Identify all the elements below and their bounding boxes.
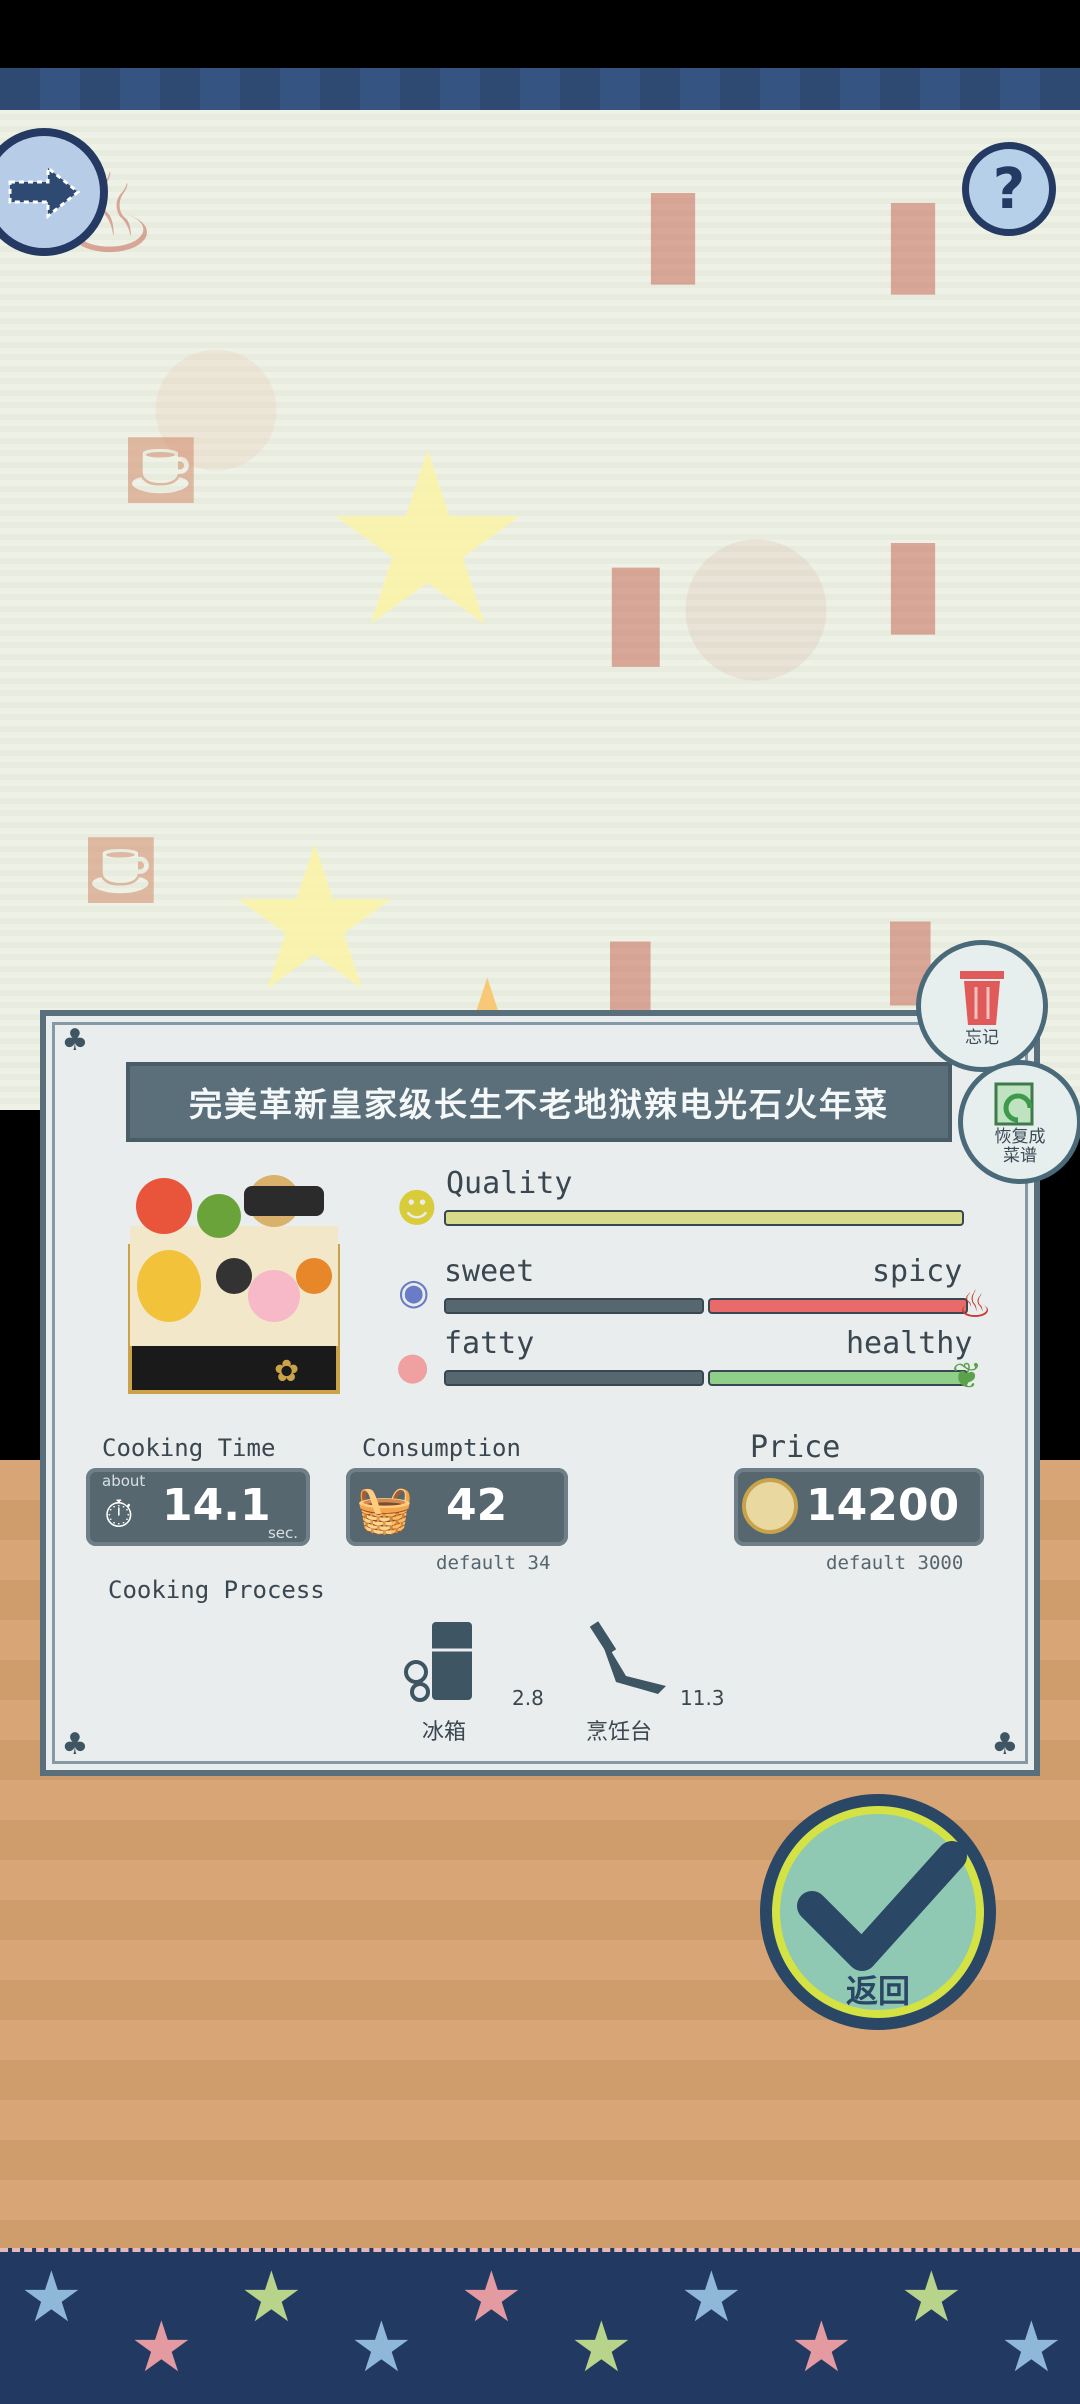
quality-label: Quality <box>446 1166 573 1201</box>
bottle-icon: ▮ <box>880 510 947 649</box>
trash-icon <box>960 970 1004 1025</box>
star-pattern-icon: ★ <box>570 2306 633 2388</box>
process-step-fridge: 冰箱 2.8 <box>402 1616 544 1745</box>
forget-label: 忘记 <box>965 1027 999 1048</box>
confirm-return-button[interactable]: 返回 <box>760 1794 996 2030</box>
price-box: 14200 <box>734 1468 984 1546</box>
lollipop-icon: ◉ <box>398 1272 430 1313</box>
pig-icon: ● <box>396 1344 430 1388</box>
cooking-time-label: Cooking Time <box>102 1434 276 1462</box>
fridge-label: 冰箱 <box>422 1720 467 1745</box>
restore-label: 恢复成 菜谱 <box>994 1127 1046 1166</box>
smile-icon: ☻ <box>396 1186 438 1232</box>
vegetable-basket-icon: 🧺 <box>356 1482 414 1536</box>
spicy-bar <box>708 1298 968 1314</box>
cooking-table-label: 烹饪台 <box>586 1720 653 1745</box>
fatty-bar <box>444 1370 704 1386</box>
star-pattern-icon: ★ <box>350 2306 413 2388</box>
sweet-bar <box>444 1298 704 1314</box>
chili-icon: ♨ <box>958 1282 993 1326</box>
stopwatch-icon: ⏱ <box>104 1492 134 1536</box>
question-icon: ? <box>992 156 1026 222</box>
quality-bar <box>444 1210 964 1226</box>
fridge-icon <box>404 1622 472 1702</box>
fatty-label: fatty <box>444 1326 535 1361</box>
healthy-bar <box>708 1370 968 1386</box>
osechi-box-icon: ✿ <box>128 1175 340 1394</box>
fridge-time: 2.8 <box>512 1686 544 1710</box>
about-label: about <box>102 1472 146 1490</box>
star-pattern-icon: ★ <box>130 2306 193 2388</box>
pitcher-icon: ⛾ <box>80 810 162 927</box>
cooking-time-value: 14.1 <box>162 1480 271 1531</box>
help-button[interactable]: ? <box>962 142 1056 236</box>
bottle-icon: ▮ <box>640 160 707 299</box>
cooking-time-box: about ⏱ 14.1 sec. <box>86 1468 310 1546</box>
consumption-label: Consumption <box>362 1434 521 1462</box>
dish-info-panel: ♣ ♣ ♣ ♣ 完美革新皇家级长生不老地狱辣电光石火年菜 ✿ ☻ Quality… <box>40 1010 1040 1776</box>
bottom-border: ★ ★ ★ ★ ★ ★ ★ ★ ★ ★ <box>0 2248 1080 2404</box>
spicy-label: spicy <box>872 1254 963 1289</box>
pitcher-icon: ⛾ <box>120 410 202 527</box>
star-pattern-icon: ★ <box>460 2256 523 2338</box>
paw-icon: ♣ <box>61 1023 89 1058</box>
star-pattern-icon: ★ <box>790 2306 853 2388</box>
star-pattern-icon: ★ <box>1000 2306 1063 2388</box>
star-pattern-icon: ★ <box>240 2256 303 2338</box>
process-step-cooking-table: 烹饪台 11.3 <box>586 1616 725 1745</box>
status-bar <box>0 0 1080 70</box>
bottle-icon: ▮ <box>880 170 947 309</box>
recipe-restore-icon <box>994 1082 1034 1126</box>
confirm-label: 返回 <box>845 1972 910 2010</box>
seconds-unit: sec. <box>267 1524 298 1542</box>
forget-button[interactable]: 忘记 <box>916 940 1048 1072</box>
sparkle-star-icon: ★ <box>225 803 405 1036</box>
arrow-right-icon <box>8 164 81 220</box>
price-label: Price <box>750 1430 841 1465</box>
dish-title: 完美革新皇家级长生不老地狱辣电光石火年菜 <box>126 1062 952 1142</box>
consumption-box: 🧺 42 <box>346 1468 568 1546</box>
price-value: 14200 <box>806 1480 960 1531</box>
paw-icon: ♣ <box>61 1727 89 1762</box>
restore-recipe-button[interactable]: 恢复成 菜谱 <box>958 1060 1080 1184</box>
svg-text:✿: ✿ <box>274 1354 299 1389</box>
price-default: default 3000 <box>826 1552 964 1574</box>
star-pattern-icon: ★ <box>680 2256 743 2338</box>
consumption-value: 42 <box>446 1480 508 1531</box>
leaf-icon: ❦ <box>952 1356 983 1397</box>
sparkle-star-icon: ★ <box>320 400 536 680</box>
cooking-process-label: Cooking Process <box>108 1576 325 1604</box>
sweet-label: sweet <box>444 1254 535 1289</box>
knife-icon <box>589 1621 666 1694</box>
coin-icon <box>742 1478 798 1534</box>
consumption-default: default 34 <box>436 1552 551 1574</box>
bottle-icon: ▮ <box>600 530 672 682</box>
cooking-table-time: 11.3 <box>680 1686 725 1710</box>
star-pattern-icon: ★ <box>900 2256 963 2338</box>
star-pattern-icon: ★ <box>20 2256 83 2338</box>
paw-icon: ♣ <box>991 1727 1019 1762</box>
top-border <box>0 68 1080 114</box>
